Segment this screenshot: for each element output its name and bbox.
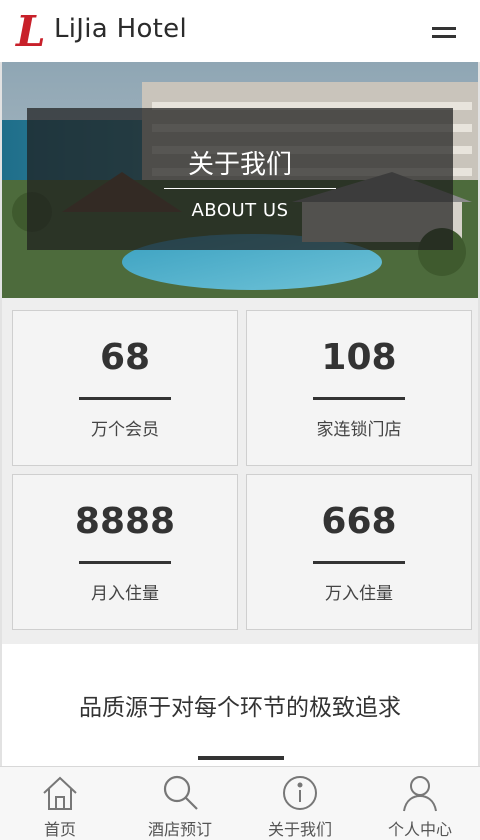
nav-label: 个人中心 [387,820,452,839]
nav-home[interactable]: 首页 [0,767,120,840]
stat-label: 万个会员 [91,420,159,440]
banner-subtitle: ABOUT US [191,200,289,221]
section-heading: 品质源于对每个环节的极致追求 [79,695,401,721]
info-icon [283,776,317,810]
stat-number: 668 [321,501,397,542]
user-icon [403,776,437,812]
search-icon [163,775,198,810]
stat-card-members: 68 万个会员 [12,310,238,466]
stat-number: 68 [99,337,151,378]
stat-label: 家连锁门店 [316,420,402,440]
stat-label: 月入住量 [91,584,159,604]
nav-label: 酒店预订 [147,820,212,839]
logo-icon: L [15,8,46,52]
left-edge [0,62,2,766]
stat-card-stores: 108 家连锁门店 [246,310,472,466]
stats-section: 68 万个会员 108 家连锁门店 8888 月入住量 668 万入住量 [2,298,478,644]
hamburger-menu-icon[interactable] [432,24,458,40]
nav-label: 首页 [43,820,76,839]
stat-card-monthly-stays: 8888 月入住量 [12,474,238,630]
logo-text[interactable]: LiJia Hotel [54,14,187,44]
nav-hotel-booking[interactable]: 酒店预订 [120,767,240,840]
stat-number: 8888 [74,501,176,542]
about-banner: 关于我们 ABOUT US [2,62,478,298]
quality-section: 品质源于对每个环节的极致追求 [2,644,478,766]
stat-card-total-stays: 668 万入住量 [246,474,472,630]
banner-title: 关于我们 [187,150,292,180]
stat-divider [313,561,405,564]
stat-number: 108 [321,337,397,378]
stat-divider [313,397,405,400]
stat-divider [79,397,171,400]
banner-divider [164,188,336,189]
stat-label: 万入住量 [325,584,393,604]
stat-divider [79,561,171,564]
nav-label: 关于我们 [267,820,332,839]
nav-about-us[interactable]: 关于我们 [240,767,360,840]
home-icon [43,776,77,810]
svg-text:L: L [15,8,46,52]
heading-divider [198,756,284,760]
app-header: L LiJia Hotel [0,0,480,62]
nav-user-center[interactable]: 个人中心 [360,767,480,840]
bottom-navigation: 首页 酒店预订 关于我们 个人中心 [0,766,480,840]
